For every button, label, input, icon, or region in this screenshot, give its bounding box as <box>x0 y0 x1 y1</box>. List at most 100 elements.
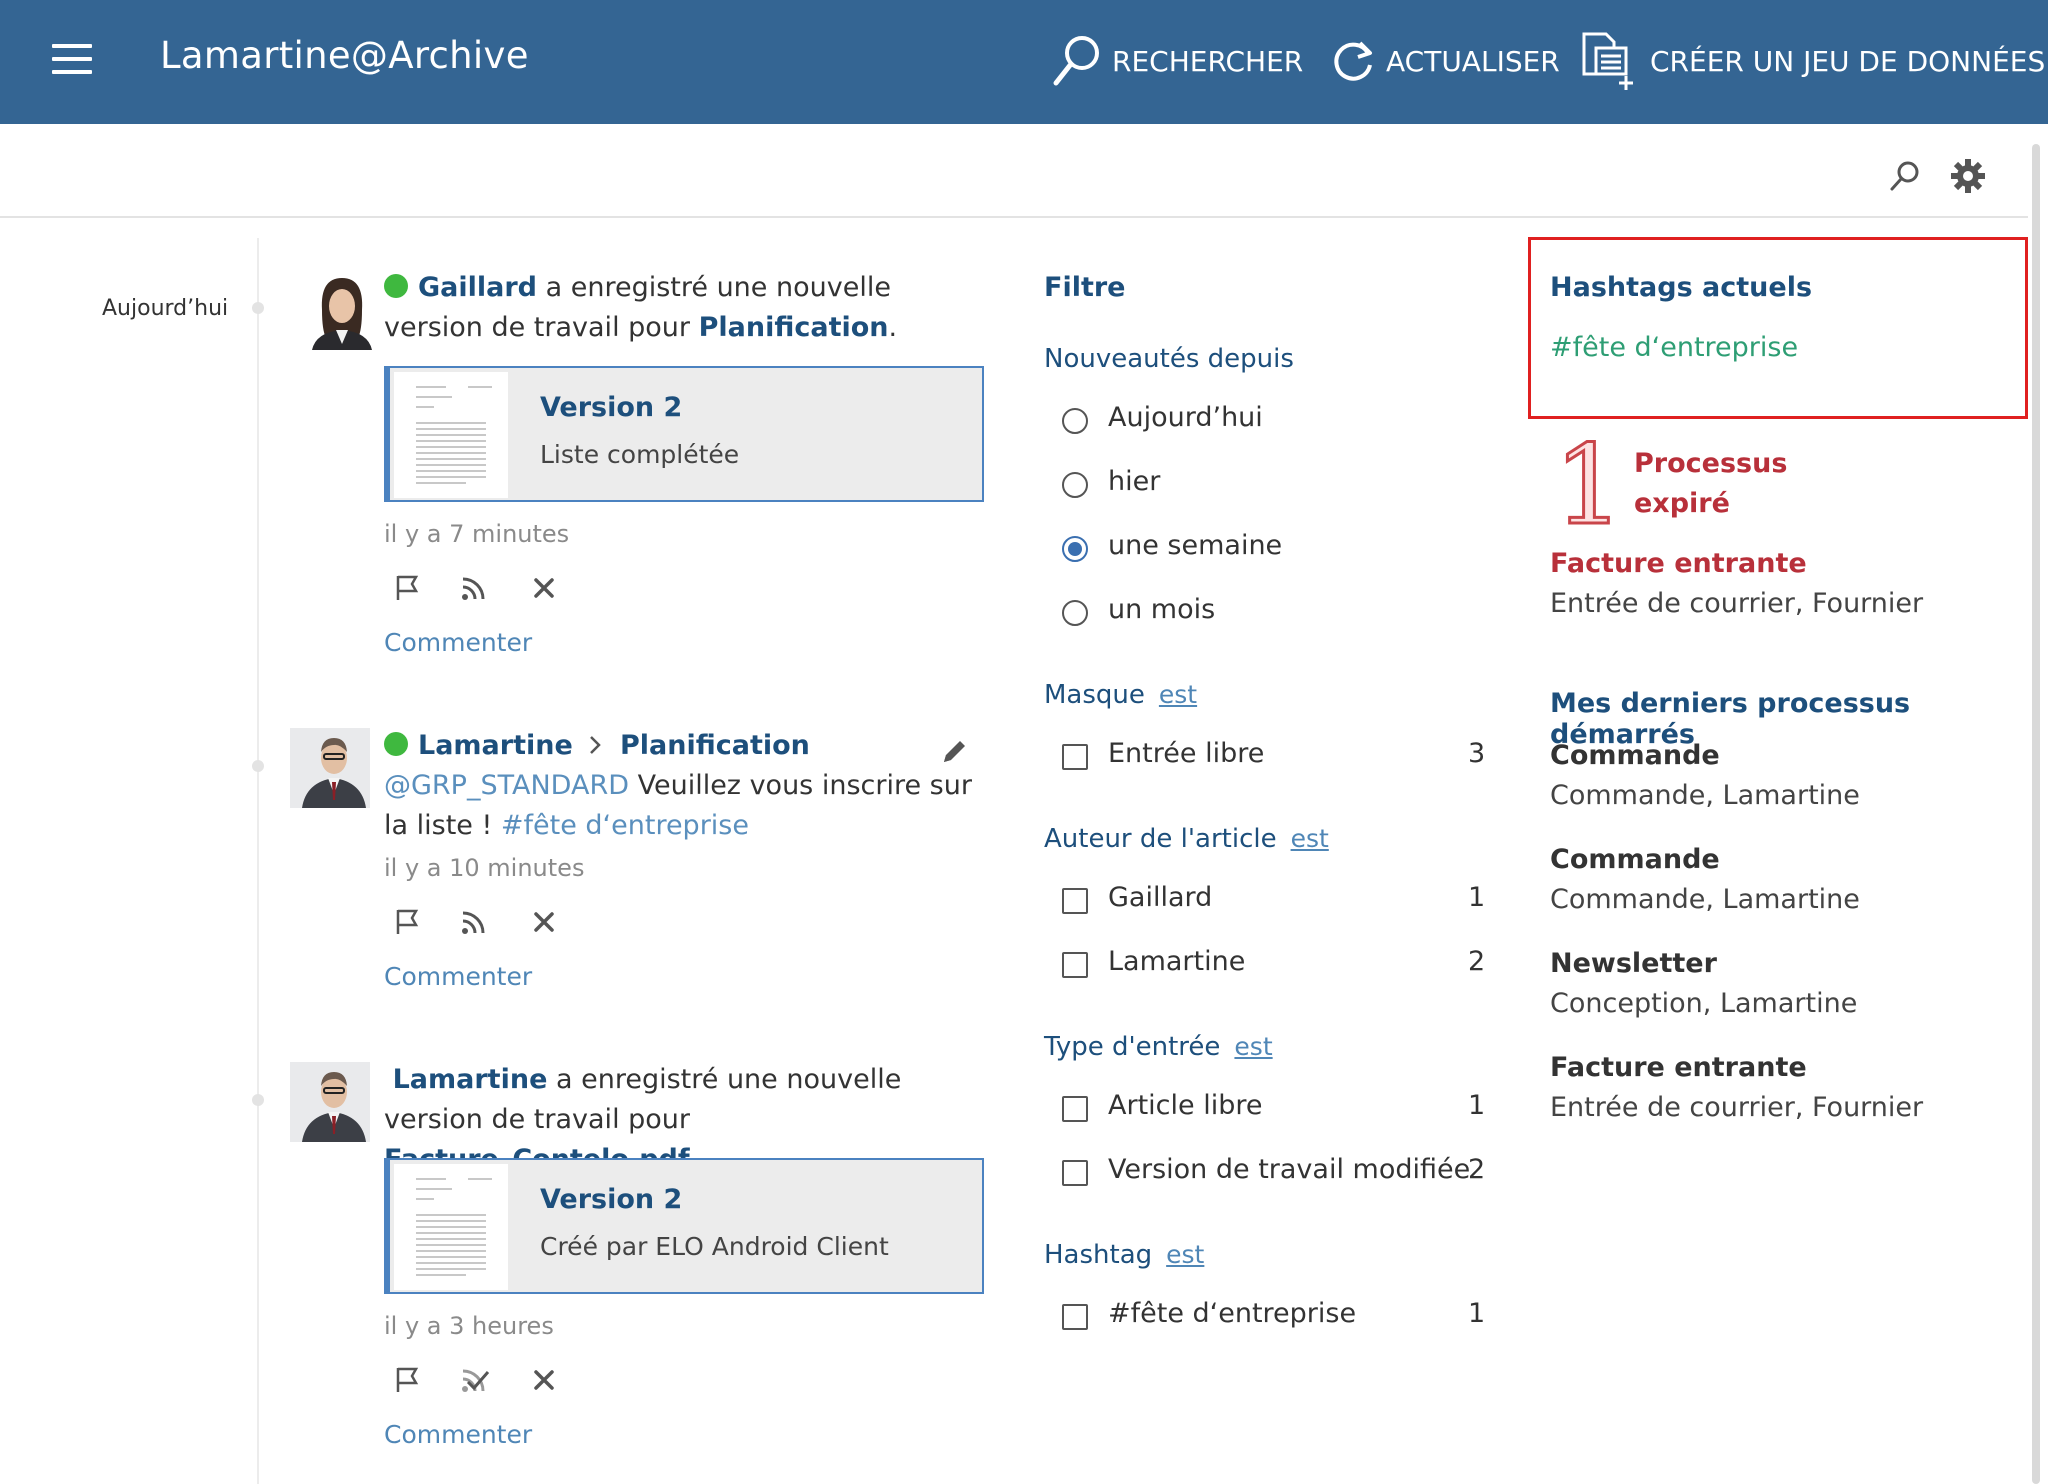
new-document-icon <box>1582 32 1633 90</box>
flag-icon[interactable] <box>394 1366 420 1394</box>
checkbox-hashtag[interactable] <box>1062 1304 1088 1330</box>
author-link[interactable]: Lamartine <box>418 730 573 761</box>
radio-today-label[interactable]: Aujourd’hui <box>1108 402 1263 433</box>
since-label: Nouveautés depuis <box>1044 344 1294 374</box>
document-thumbnail <box>394 1164 508 1290</box>
gear-icon[interactable] <box>1950 158 1986 194</box>
close-icon[interactable] <box>532 1368 556 1392</box>
version-card[interactable]: Version 2 Liste complétée <box>384 366 984 502</box>
comment-link[interactable]: Commenter <box>384 962 532 991</box>
flag-icon[interactable] <box>394 908 420 936</box>
recent-process-link[interactable]: Facture entrante <box>1550 1052 1807 1083</box>
author-link[interactable]: Gaillard <box>418 272 537 303</box>
feed-suffix: . <box>888 312 898 343</box>
filter-group-heading: Type d'entrée est <box>1044 1032 1273 1062</box>
radio-month-label[interactable]: un mois <box>1108 594 1215 625</box>
recent-process-sub: Entrée de courrier, Fournier <box>1550 1092 1924 1123</box>
recent-process-link[interactable]: Commande <box>1550 740 1720 771</box>
online-status-icon <box>384 274 408 298</box>
checkbox-label[interactable]: Article libre <box>1108 1090 1262 1121</box>
target-link[interactable]: Planification <box>620 730 810 761</box>
rss-checked-icon[interactable] <box>460 1366 490 1394</box>
hashtag-link[interactable]: #fête d‘entreprise <box>501 810 749 841</box>
refresh-icon <box>1334 41 1372 81</box>
day-label: Aujourd’hui <box>102 296 229 321</box>
checkbox-label[interactable]: #fête d‘entreprise <box>1108 1298 1356 1329</box>
search-icon <box>1053 36 1099 86</box>
checkbox-gaillard[interactable] <box>1062 888 1088 914</box>
online-status-icon <box>384 732 408 756</box>
filter-count: 3 <box>1468 738 1486 769</box>
comment-link[interactable]: Commenter <box>384 628 532 657</box>
checkbox-lamartine[interactable] <box>1062 952 1088 978</box>
est-operator-link[interactable]: est <box>1234 1032 1272 1061</box>
author-link[interactable]: Lamartine <box>393 1064 548 1095</box>
checkbox-label[interactable]: Lamartine <box>1108 946 1245 977</box>
edit-icon[interactable] <box>940 736 970 766</box>
radio-week-label[interactable]: une semaine <box>1108 530 1282 561</box>
est-operator-link[interactable]: est <box>1159 680 1197 709</box>
radio-yesterday[interactable] <box>1062 472 1088 498</box>
comment-link[interactable]: Commenter <box>384 1420 532 1449</box>
recent-process-link[interactable]: Newsletter <box>1550 948 1717 979</box>
mention-link[interactable]: @GRP_STANDARD <box>384 770 629 801</box>
radio-week[interactable] <box>1062 536 1088 562</box>
document-thumbnail <box>394 372 508 498</box>
version-card[interactable]: Version 2 Créé par ELO Android Client <box>384 1158 984 1294</box>
hamburger-menu-icon[interactable] <box>52 44 92 78</box>
checkbox-label[interactable]: Entrée libre <box>1108 738 1264 769</box>
search-button[interactable]: RECHERCHER <box>1048 36 1303 86</box>
filter-group-heading: Masque est <box>1044 680 1197 710</box>
timeline-line <box>257 238 259 1484</box>
radio-month[interactable] <box>1062 600 1088 626</box>
checkbox-entree-libre[interactable] <box>1062 744 1088 770</box>
hashtags-title: Hashtags actuels <box>1550 272 1813 303</box>
refresh-button[interactable]: ACTUALISER <box>1330 36 1560 86</box>
rss-icon[interactable] <box>460 574 488 602</box>
filter-count: 1 <box>1468 1090 1486 1121</box>
filter-count: 1 <box>1468 882 1486 913</box>
search-label: RECHERCHER <box>1112 44 1304 78</box>
create-dataset-label: CRÉER UN JEU DE DONNÉES <box>1650 44 2046 78</box>
expired-process-sub: Entrée de courrier, Fournier <box>1550 588 1924 619</box>
filter-count: 2 <box>1468 946 1486 977</box>
avatar[interactable] <box>302 270 382 350</box>
filter-group-label: Auteur de l'article <box>1044 824 1277 854</box>
avatar[interactable] <box>290 1062 370 1142</box>
scrollbar[interactable] <box>2032 144 2040 1484</box>
close-icon[interactable] <box>532 910 556 934</box>
hashtag-link[interactable]: #fête d‘entreprise <box>1550 332 1798 363</box>
flag-icon[interactable] <box>394 574 420 602</box>
timeline-dot <box>252 1094 264 1106</box>
checkbox-article-libre[interactable] <box>1062 1096 1088 1122</box>
expired-label: Processus expiré <box>1634 444 1787 524</box>
est-operator-link[interactable]: est <box>1291 824 1329 853</box>
filter-title: Filtre <box>1044 272 1126 303</box>
checkbox-label[interactable]: Gaillard <box>1108 882 1212 913</box>
recent-process-link[interactable]: Commande <box>1550 844 1720 875</box>
create-dataset-button[interactable]: CRÉER UN JEU DE DONNÉES <box>1580 32 2046 90</box>
feed-item-text: Gaillard a enregistré une nouvelle versi… <box>384 268 984 348</box>
target-link[interactable]: Planification <box>699 312 889 343</box>
current-hashtags-panel <box>1528 237 2028 419</box>
version-subtitle: Créé par ELO Android Client <box>540 1232 889 1261</box>
filter-group-label: Masque <box>1044 680 1145 710</box>
est-operator-link[interactable]: est <box>1166 1240 1204 1269</box>
expired-process-link[interactable]: Facture entrante <box>1550 548 1807 579</box>
refresh-label: ACTUALISER <box>1386 44 1560 78</box>
version-title: Version 2 <box>540 1184 683 1215</box>
version-title: Version 2 <box>540 392 683 423</box>
checkbox-label[interactable]: Version de travail modifiée <box>1108 1154 1470 1185</box>
recent-process-sub: Conception, Lamartine <box>1550 988 1858 1019</box>
rss-icon[interactable] <box>460 908 488 936</box>
checkbox-version-modifiee[interactable] <box>1062 1160 1088 1186</box>
timestamp: il y a 3 heures <box>384 1312 554 1340</box>
timestamp: il y a 7 minutes <box>384 520 570 548</box>
radio-today[interactable] <box>1062 408 1088 434</box>
avatar[interactable] <box>290 728 370 808</box>
radio-yesterday-label[interactable]: hier <box>1108 466 1160 497</box>
recent-process-sub: Commande, Lamartine <box>1550 884 1860 915</box>
close-icon[interactable] <box>532 576 556 600</box>
search-icon[interactable] <box>1888 160 1920 192</box>
app-title: Lamartine@Archive <box>160 34 529 77</box>
